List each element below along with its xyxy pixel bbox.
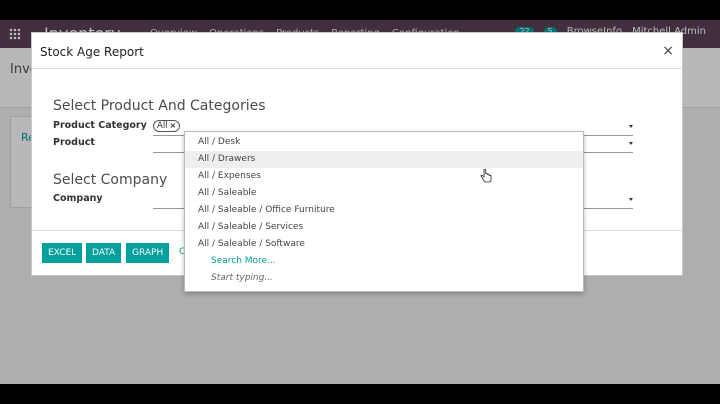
search-more-link[interactable]: Search More...: [211, 253, 276, 270]
remove-tag-icon[interactable]: ×: [170, 121, 177, 131]
dropdown-item[interactable]: All / Drawers: [185, 151, 583, 168]
company-label: Company: [53, 193, 103, 204]
modal-header: Stock Age Report ×: [32, 33, 682, 69]
chevron-down-icon[interactable]: [629, 142, 633, 145]
section-title-product: Select Product And Categories: [53, 98, 266, 114]
dropdown-item[interactable]: All / Saleable / Office Furniture: [185, 202, 583, 219]
category-tag: All ×: [153, 120, 181, 132]
modal-title: Stock Age Report: [40, 45, 144, 59]
dropdown-item[interactable]: All / Expenses: [185, 168, 583, 185]
section-title-company: Select Company: [53, 172, 168, 188]
category-tag-label: All: [157, 121, 168, 131]
graph-button[interactable]: GRAPH: [126, 243, 170, 263]
dropdown-item[interactable]: All / Saleable: [185, 185, 583, 202]
data-button[interactable]: DATA: [86, 243, 122, 263]
category-dropdown: All / Desk All / Drawers All / Expenses …: [184, 131, 584, 292]
excel-button[interactable]: EXCEL: [42, 243, 83, 263]
dropdown-item[interactable]: All / Saleable / Software: [185, 236, 583, 253]
hand-cursor-icon: [480, 169, 492, 183]
close-icon[interactable]: ×: [662, 43, 674, 59]
chevron-down-icon[interactable]: [629, 198, 633, 201]
screen: Inventory Overview Operations Products R…: [0, 20, 720, 384]
dropdown-item[interactable]: All / Saleable / Services: [185, 219, 583, 236]
chevron-down-icon[interactable]: [629, 125, 633, 128]
start-typing-hint: Start typing...: [211, 273, 273, 283]
product-label: Product: [53, 137, 95, 148]
dropdown-item[interactable]: All / Desk: [185, 134, 583, 151]
product-category-label: Product Category: [53, 120, 147, 131]
